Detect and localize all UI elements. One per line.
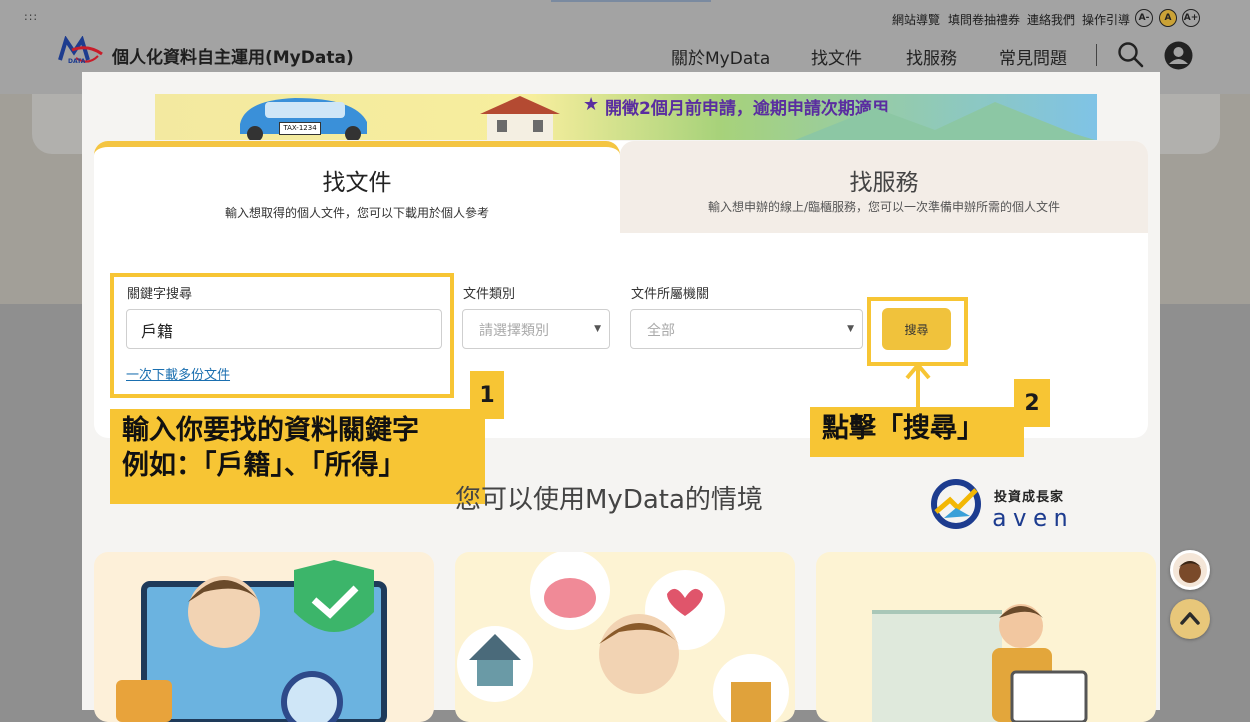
aven-chinese-name: 投資成長家 bbox=[994, 490, 1065, 505]
mountain-illustration bbox=[795, 102, 1095, 140]
step1-caption: 輸入你要找的資料關鍵字 例如：「戶籍」、「所得」 bbox=[110, 409, 485, 504]
tab-find-services[interactable]: 找服務 輸入想申辦的線上/臨櫃服務，您可以一次準備申辦所需的個人文件 bbox=[620, 141, 1148, 233]
scenario-card-security[interactable] bbox=[94, 552, 434, 722]
util-link-survey[interactable]: 填問卷抽禮券 bbox=[948, 11, 1020, 28]
avatar-chat-button[interactable] bbox=[1170, 550, 1210, 590]
site-title[interactable]: 個人化資料自主運用(MyData) bbox=[112, 43, 354, 68]
tab-find-documents-subtitle: 輸入想取得的個人文件，您可以下載用於個人參考 bbox=[224, 206, 489, 220]
chevron-up-icon bbox=[1180, 612, 1200, 625]
promo-banner[interactable]: TAX-1234 ★ 開徵2個月前申請，逾期申請次期適用 bbox=[155, 94, 1097, 140]
tab-find-documents[interactable]: 找文件 輸入想取得的個人文件，您可以下載用於個人參考 bbox=[94, 141, 620, 233]
tab-find-services-title: 找服務 bbox=[849, 170, 919, 196]
util-link-contact[interactable]: 連絡我們 bbox=[1027, 11, 1075, 28]
license-plate: TAX-1234 bbox=[279, 122, 321, 135]
section-title: 您可以使用MyData的情境 bbox=[455, 485, 763, 515]
agency-select[interactable]: 全部 ▼ bbox=[630, 309, 863, 349]
step1-highlight-box bbox=[110, 273, 454, 398]
user-icon[interactable] bbox=[1164, 41, 1193, 70]
chevron-down-icon: ▼ bbox=[594, 324, 601, 334]
nav-faq[interactable]: 常見問題 bbox=[999, 44, 1067, 69]
top-indicator bbox=[551, 0, 711, 2]
nav-divider bbox=[1096, 44, 1097, 66]
font-size-small-button[interactable]: A- bbox=[1135, 9, 1153, 27]
tab-find-services-subtitle: 輸入想申辦的線上/臨櫃服務，您可以一次準備申辦所需的個人文件 bbox=[707, 200, 1061, 214]
finance-illustration bbox=[457, 552, 789, 722]
search-icon[interactable] bbox=[1117, 41, 1145, 69]
step1-caption-line2: 例如：「戶籍」、「所得」 bbox=[122, 450, 406, 482]
mydata-logo[interactable]: DATA bbox=[58, 35, 106, 68]
service-illustration bbox=[872, 604, 1088, 722]
step2-caption: 點擊「搜尋」 bbox=[810, 407, 1024, 457]
tab-find-documents-title: 找文件 bbox=[322, 170, 392, 196]
scenario-card-finance[interactable] bbox=[455, 552, 795, 722]
nav-about[interactable]: 關於MyData bbox=[671, 44, 770, 69]
category-label: 文件類別 bbox=[463, 287, 516, 302]
category-select-value: 請選擇類別 bbox=[479, 323, 549, 339]
nav-find-services[interactable]: 找服務 bbox=[906, 44, 957, 69]
logo-text: DATA bbox=[68, 58, 86, 65]
scroll-top-button[interactable] bbox=[1170, 599, 1210, 639]
house-illustration bbox=[480, 96, 560, 140]
scenario-card-service[interactable] bbox=[816, 552, 1156, 722]
aven-english-name: aven bbox=[992, 504, 1074, 532]
font-size-medium-button[interactable]: A bbox=[1159, 9, 1177, 27]
aven-logo-icon bbox=[931, 479, 981, 529]
nav-find-documents[interactable]: 找文件 bbox=[811, 44, 862, 69]
security-illustration bbox=[116, 560, 387, 722]
arrow-up-icon bbox=[905, 363, 931, 408]
banner-star-icon: ★ bbox=[583, 94, 600, 115]
agency-select-value: 全部 bbox=[647, 323, 675, 339]
dots-icon[interactable]: ::: bbox=[24, 10, 38, 23]
font-size-large-button[interactable]: A+ bbox=[1182, 9, 1200, 27]
step1-caption-line1: 輸入你要找的資料關鍵字 bbox=[122, 415, 419, 446]
chevron-down-icon: ▼ bbox=[847, 324, 854, 334]
util-link-sitemap[interactable]: 網站導覽 bbox=[892, 11, 940, 28]
agency-label: 文件所屬機關 bbox=[631, 287, 710, 302]
util-link-guide[interactable]: 操作引導 bbox=[1082, 11, 1130, 28]
step2-highlight-box bbox=[867, 297, 968, 366]
category-select[interactable]: 請選擇類別 ▼ bbox=[462, 309, 610, 349]
avatar-icon bbox=[1179, 561, 1201, 583]
